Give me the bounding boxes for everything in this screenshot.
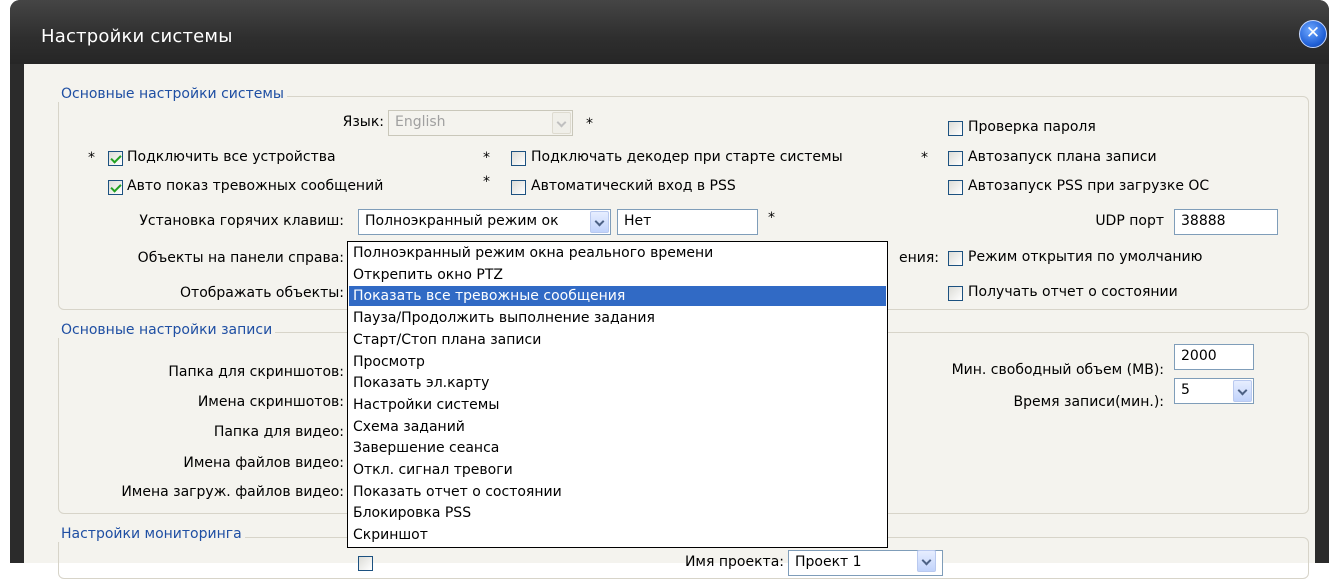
hotkeys-label: Установка горячих клавиш: [139, 213, 344, 229]
hotkeys-chevron-down-icon[interactable] [590, 211, 609, 233]
udp-port-input[interactable]: 38888 [1174, 209, 1278, 235]
status-report-checkbox[interactable] [948, 286, 963, 301]
show-objects-label: Отображать объекты: [180, 285, 344, 301]
hotkeys-required-mark: * [768, 210, 775, 226]
dropdown-option[interactable]: Блокировка PSS [349, 503, 886, 523]
dropdown-option[interactable]: Открепить окно PTZ [349, 265, 886, 285]
monitoring-settings-title: Настройки мониторинга [58, 526, 245, 542]
auto-alarm-checkbox[interactable] [108, 180, 123, 195]
system-settings-title: Основные настройки системы [58, 86, 287, 102]
dropdown-option[interactable]: Настройки системы [349, 395, 886, 415]
default-open-label: Режим открытия по умолчанию [968, 249, 1203, 265]
record-time-label: Время записи(мин.): [1013, 394, 1164, 410]
yes-no-checkbox[interactable] [358, 556, 373, 571]
close-icon[interactable]: ✕ [1299, 20, 1327, 48]
partial-label: ения: [899, 250, 940, 266]
language-select[interactable]: English [388, 110, 573, 136]
language-label: Язык: [342, 114, 384, 130]
default-open-checkbox[interactable] [948, 251, 963, 266]
dropdown-option[interactable]: Просмотр [349, 352, 886, 372]
autostart-plan-checkbox[interactable] [948, 151, 963, 166]
connect-all-label: Подключить все устройства [127, 149, 336, 165]
record-settings-title: Основные настройки записи [58, 322, 276, 338]
screenshot-folder-label: Папка для скриншотов: [168, 364, 344, 380]
dropdown-option[interactable]: Скриншот [349, 525, 886, 545]
password-check-checkbox[interactable] [948, 121, 963, 136]
auto-alarm-label: Авто показ тревожных сообщений [127, 178, 384, 194]
autostart-plan-label: Автозапуск плана записи [968, 149, 1157, 165]
dropdown-option[interactable]: Пауза/Продолжить выполнение задания [349, 308, 886, 328]
right-panel-objects-label: Объекты на панели справа: [137, 250, 344, 266]
screenshot-names-label: Имена скриншотов: [197, 394, 344, 410]
hotkeys-select[interactable]: Полноэкранный режим ок [358, 209, 611, 235]
project-name-chevron-down-icon[interactable] [917, 550, 936, 572]
dropdown-option[interactable]: Старт/Стоп плана записи [349, 330, 886, 350]
language-required-mark: * [586, 116, 593, 132]
auto-login-checkbox[interactable] [511, 180, 526, 195]
video-names-label: Имена файлов видео: [183, 455, 344, 471]
dropdown-option[interactable]: Показать эл.карту [349, 373, 886, 393]
download-names-label: Имена загруж. файлов видео: [121, 484, 344, 500]
auto-login-label: Автоматический вход в PSS [531, 178, 736, 194]
min-free-input[interactable]: 2000 [1174, 344, 1254, 370]
status-report-label: Получать отчет о состоянии [968, 284, 1178, 300]
hotkeys-dropdown-list[interactable]: Полноэкранный режим окна реального време… [347, 241, 888, 548]
window-title: Настройки системы [41, 26, 233, 47]
record-time-chevron-down-icon[interactable] [1233, 380, 1252, 402]
dropdown-option[interactable]: Показать отчет о состоянии [349, 482, 886, 502]
decoder-start-checkbox[interactable] [511, 151, 526, 166]
title-bar[interactable]: Настройки системы ✕ [10, 0, 1329, 64]
dropdown-option[interactable]: Показать все тревожные сообщения [349, 286, 886, 307]
project-name-label: Имя проекта: [684, 554, 784, 570]
connect-all-required-mark: * [88, 150, 95, 166]
dropdown-option[interactable]: Полноэкранный режим окна реального време… [349, 243, 886, 263]
video-folder-label: Папка для видео: [213, 424, 344, 440]
udp-port-label: UDP порт [1095, 213, 1164, 229]
auto-login-required-mark: * [483, 174, 490, 190]
connect-all-checkbox[interactable] [108, 151, 123, 166]
autostart-os-label: Автозапуск PSS при загрузке ОС [968, 178, 1210, 194]
autostart-plan-required-mark: * [921, 150, 928, 166]
dropdown-option[interactable]: Схема заданий [349, 417, 886, 437]
password-check-label: Проверка пароля [968, 119, 1096, 135]
hotkey-key-input[interactable]: Нет [617, 209, 758, 235]
decoder-required-mark: * [483, 150, 490, 166]
autostart-os-checkbox[interactable] [948, 180, 963, 195]
min-free-label: Мин. свободный объем (MB): [951, 362, 1164, 378]
dropdown-option[interactable]: Завершение сеанса [349, 438, 886, 458]
dropdown-option[interactable]: Откл. сигнал тревоги [349, 460, 886, 480]
language-chevron-down-icon[interactable] [552, 112, 571, 134]
decoder-start-label: Подключать декодер при старте системы [531, 149, 843, 165]
